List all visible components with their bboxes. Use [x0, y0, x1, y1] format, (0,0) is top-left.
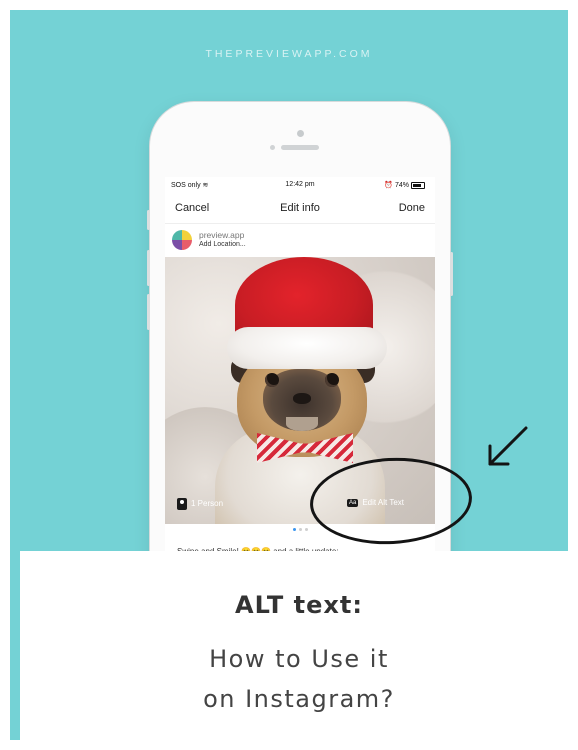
- alarm-icon: ⏰: [384, 182, 394, 189]
- santa-hat-brim: [227, 327, 387, 369]
- banner-title: ALT text:: [235, 591, 363, 619]
- arrow-icon: [488, 426, 528, 466]
- add-location-link[interactable]: Add Location...: [199, 241, 246, 248]
- divider: [165, 223, 435, 224]
- nav-bar: Cancel Edit info Done: [165, 199, 435, 221]
- account-name: preview.app: [199, 230, 245, 240]
- person-tag-icon: [177, 498, 187, 510]
- status-bar: SOS only ≋ 12:42 pm ⏰ 74%: [165, 177, 435, 195]
- speaker-grille: [281, 145, 319, 150]
- tag-people-button[interactable]: 1 Person: [177, 498, 223, 510]
- carousel-dot: [292, 528, 296, 531]
- dog-eye: [325, 373, 339, 387]
- banner-subtitle: How to Use it on Instagram?: [20, 639, 578, 719]
- carousel-dot: [304, 528, 308, 531]
- title-panel: ALT text: How to Use it on Instagram?: [20, 551, 578, 740]
- site-label: THEPREVIEWAPP.COM: [205, 48, 373, 60]
- volume-down-button: [147, 294, 150, 330]
- battery-icon: [411, 181, 425, 189]
- power-button: [450, 252, 453, 296]
- done-button[interactable]: Done: [399, 202, 425, 214]
- carousel-dot: [298, 528, 302, 531]
- dog-mouth: [286, 417, 318, 431]
- banner-line-1: How to Use it: [209, 645, 389, 673]
- camera-icon: [297, 130, 304, 137]
- phone-mockup: SOS only ≋ 12:42 pm ⏰ 74% Cancel Edit in…: [147, 102, 453, 622]
- dog-eye: [265, 373, 279, 387]
- mute-switch: [147, 210, 150, 230]
- sensor-dot: [270, 145, 275, 150]
- avatar[interactable]: [172, 230, 192, 250]
- banner-line-2: on Instagram?: [203, 685, 395, 713]
- volume-up-button: [147, 250, 150, 286]
- battery-status: ⏰ 74%: [384, 181, 425, 189]
- page-title: Edit info: [280, 202, 320, 214]
- dog-nose: [293, 393, 311, 404]
